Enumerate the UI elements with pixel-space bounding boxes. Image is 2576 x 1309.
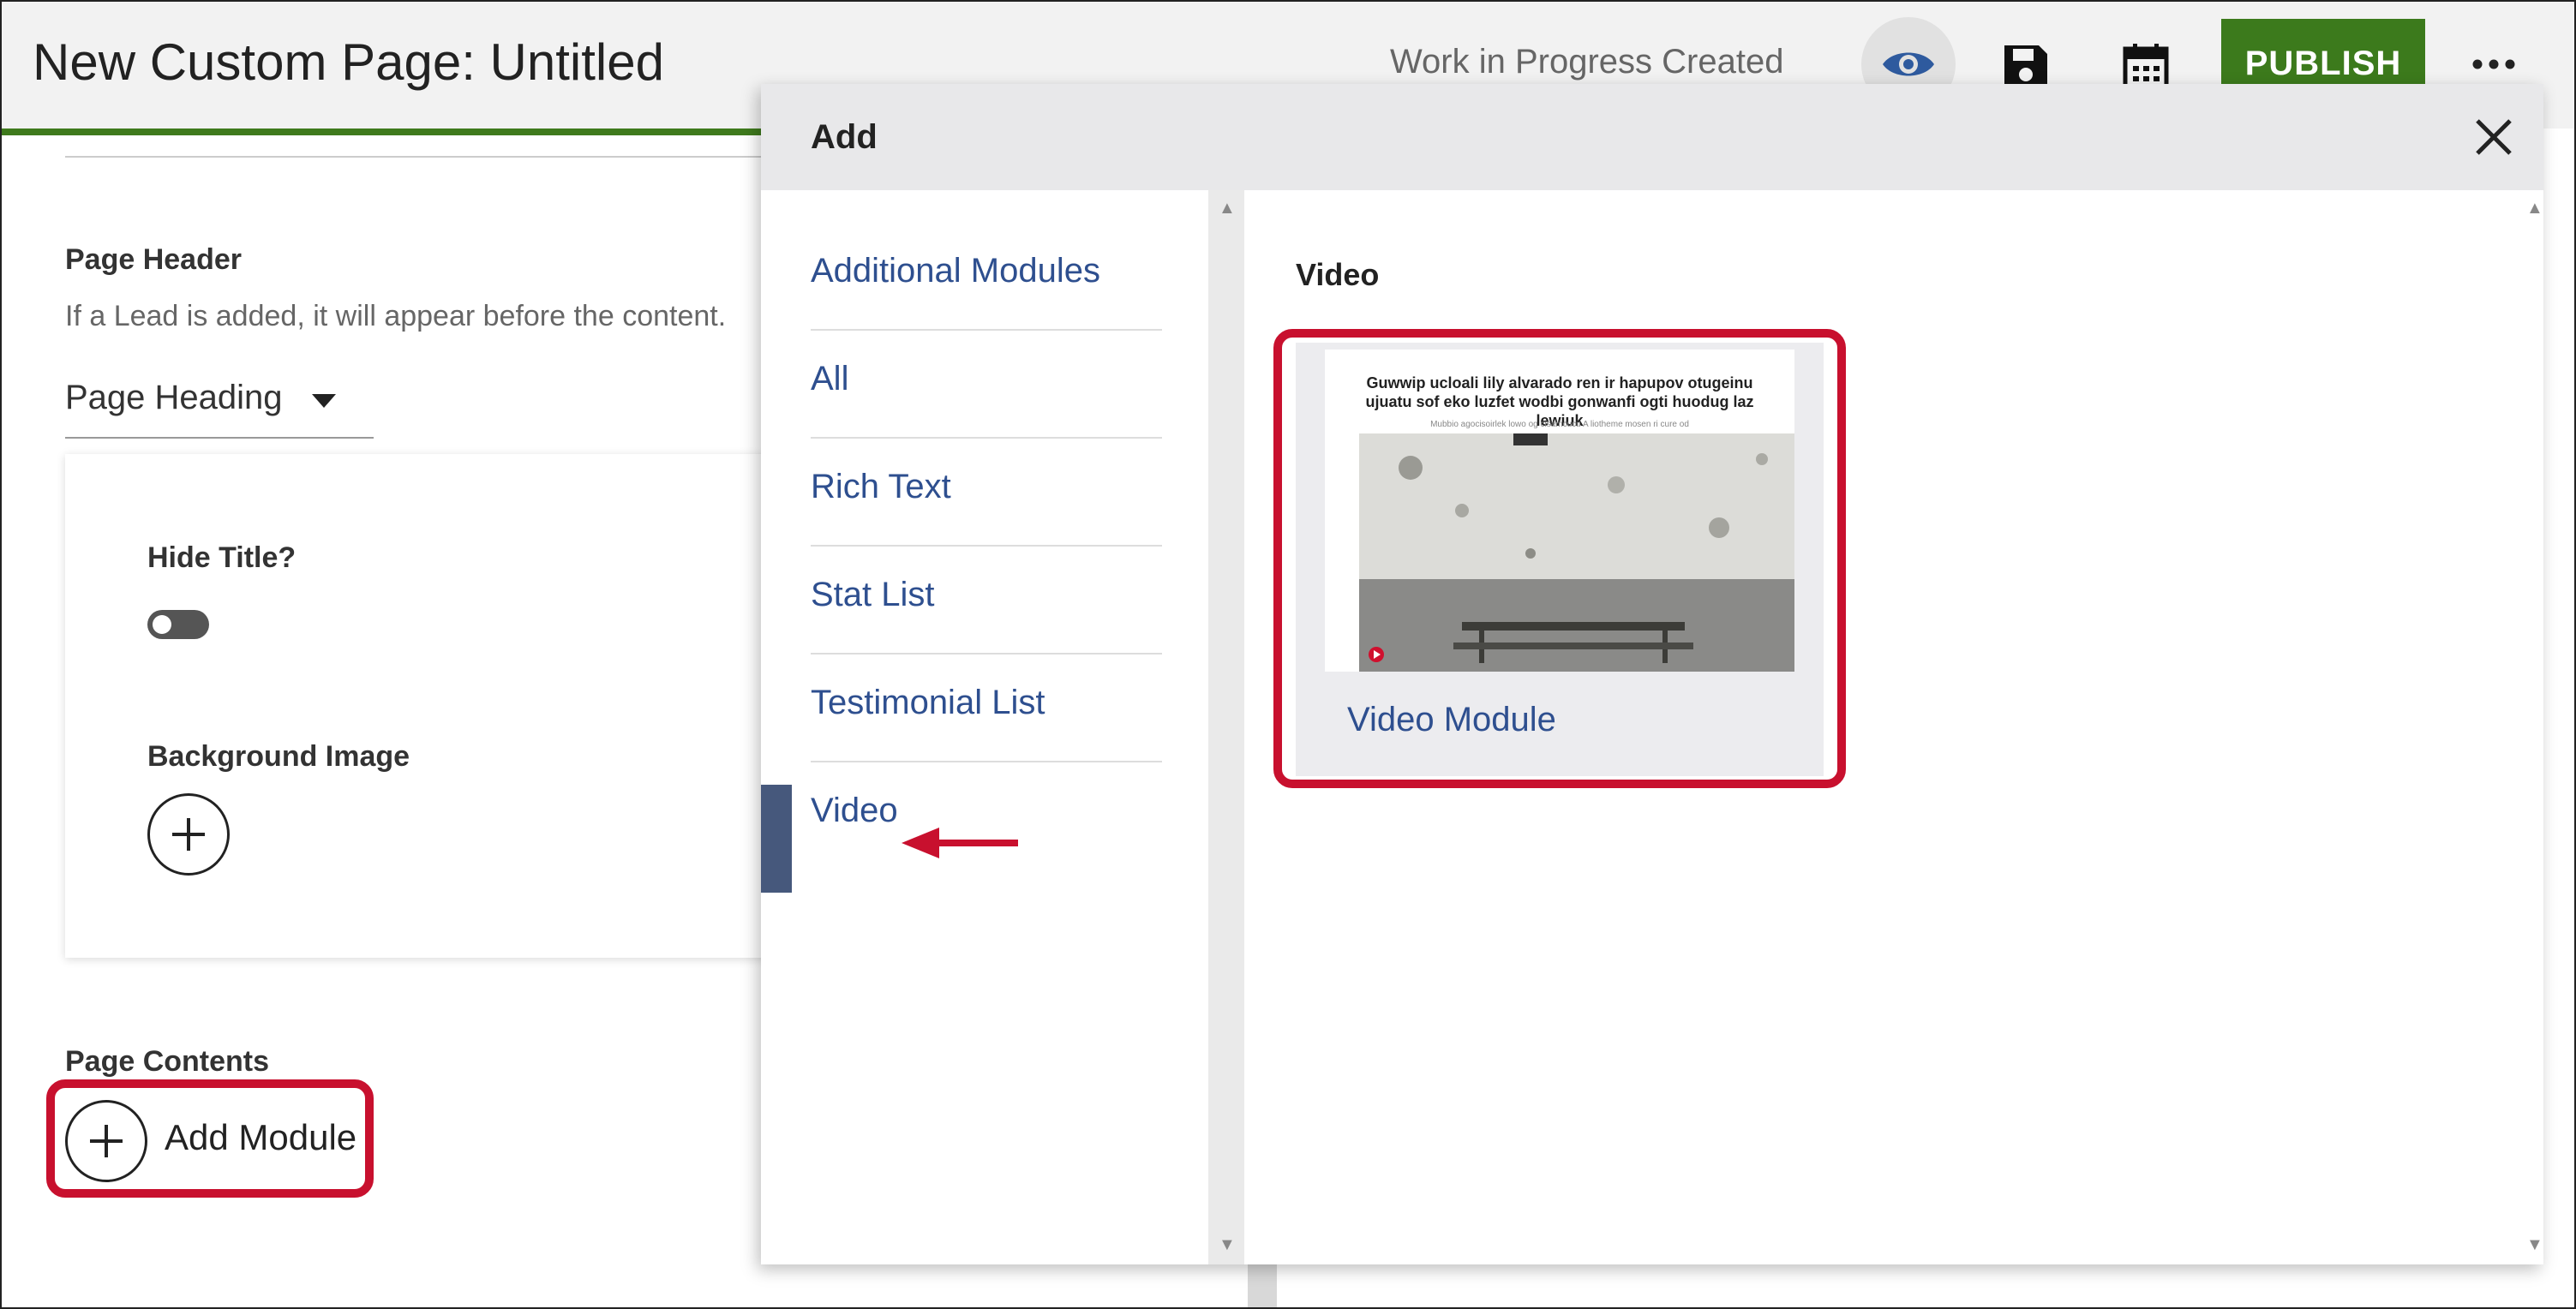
- category-scrollbar[interactable]: ▲ ▼: [1208, 190, 1244, 1264]
- category-label: Testimonial List: [811, 684, 1045, 721]
- active-category-indicator: [761, 785, 792, 893]
- category-label: Stat List: [811, 576, 935, 613]
- dialog-header: Add: [761, 84, 2543, 190]
- category-stat-list[interactable]: Stat List: [811, 545, 1162, 654]
- page-header-label: Page Header: [65, 243, 242, 276]
- caret-down-icon: [312, 394, 336, 408]
- category-label: Additional Modules: [811, 252, 1100, 290]
- scroll-up-icon[interactable]: ▲: [2526, 199, 2543, 218]
- dialog-title: Add: [811, 118, 878, 156]
- more-icon: [2472, 59, 2515, 69]
- close-icon: [2476, 119, 2512, 155]
- scroll-up-icon[interactable]: ▲: [1219, 199, 1236, 218]
- category-all[interactable]: All: [811, 329, 1162, 439]
- highlight-video-module: [1273, 329, 1846, 788]
- close-button[interactable]: [2466, 110, 2521, 164]
- add-module-dialog: Add Additional Modules All Rich Text Sta…: [761, 84, 2543, 1264]
- hide-title-label: Hide Title?: [147, 541, 297, 574]
- category-additional-modules[interactable]: Additional Modules: [811, 221, 1162, 331]
- category-label: Video: [811, 792, 898, 829]
- eye-icon: [1883, 52, 1934, 76]
- page-heading-select-value: Page Heading: [65, 379, 283, 416]
- save-status-text: Work in Progress Created: [1390, 43, 1784, 81]
- annotation-arrow-icon: [902, 828, 1018, 858]
- page-header-card: [65, 454, 785, 958]
- category-label: Rich Text: [811, 468, 951, 505]
- category-rich-text[interactable]: Rich Text: [811, 437, 1162, 547]
- section-divider: [65, 156, 768, 158]
- save-icon: [2004, 45, 2047, 88]
- category-testimonial-list[interactable]: Testimonial List: [811, 653, 1162, 762]
- background-scrollbar: [1248, 1264, 1277, 1307]
- category-label: All: [811, 360, 849, 397]
- scroll-down-icon[interactable]: ▼: [1219, 1235, 1236, 1255]
- background-image-label: Background Image: [147, 740, 410, 773]
- progress-underline: [2, 129, 773, 135]
- plus-icon: [172, 818, 205, 851]
- page-header-description: If a Lead is added, it will appear befor…: [65, 300, 727, 332]
- toggle-knob: [153, 615, 171, 634]
- add-background-image-button[interactable]: [147, 793, 230, 876]
- page-heading-select[interactable]: Page Heading: [65, 377, 374, 439]
- section-title: Video: [1296, 257, 1380, 292]
- highlight-add-module: [46, 1079, 374, 1198]
- page-contents-label: Page Contents: [65, 1045, 270, 1078]
- scroll-down-icon[interactable]: ▼: [2526, 1235, 2543, 1255]
- content-scrollbar[interactable]: ▲ ▼: [2526, 190, 2543, 1264]
- page-title: New Custom Page: Untitled: [33, 33, 664, 91]
- hide-title-toggle[interactable]: [147, 610, 209, 639]
